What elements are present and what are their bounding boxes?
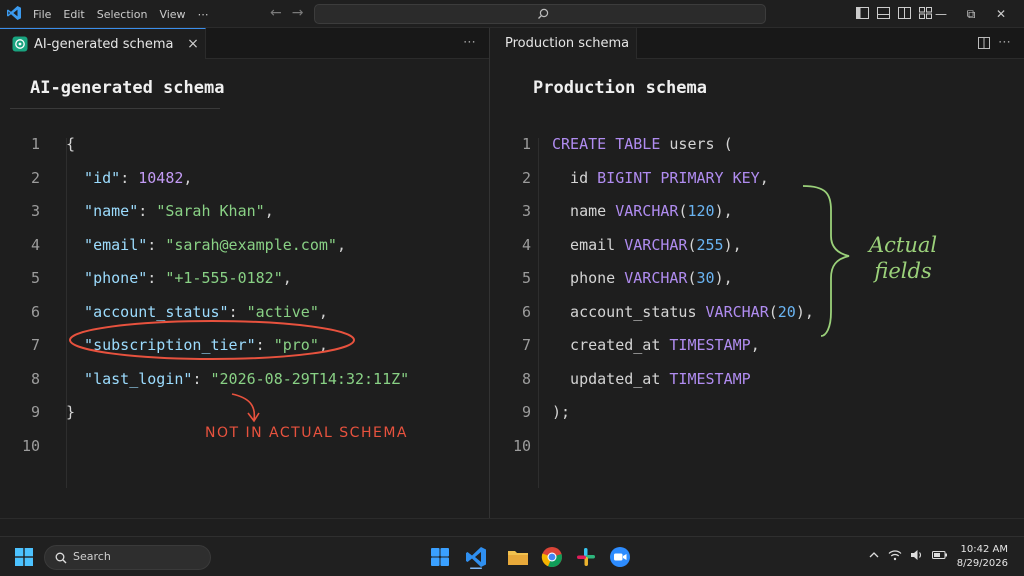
slack-icon[interactable] xyxy=(574,545,598,569)
start-menu-icon[interactable] xyxy=(428,545,452,569)
status-strip xyxy=(0,518,1024,536)
minimize-icon[interactable]: — xyxy=(926,7,956,21)
taskbar-clock[interactable]: 10:42 AM 8/29/2026 xyxy=(957,543,1008,571)
menu-edit[interactable]: Edit xyxy=(63,8,84,21)
highlight-circle xyxy=(69,320,355,360)
vscode-logo-icon[interactable] xyxy=(6,5,22,21)
annotation-brace xyxy=(802,185,850,337)
zoom-icon[interactable] xyxy=(608,545,632,569)
search-icon xyxy=(55,552,67,564)
annotation-arrowhead xyxy=(247,412,260,423)
restore-icon[interactable]: ⧉ xyxy=(956,7,986,22)
search-icon xyxy=(538,8,549,19)
title-bar: File Edit Selection View ⋯ ← → — ⧉ ✕ xyxy=(0,0,1024,28)
menu-bar: File Edit Selection View ⋯ xyxy=(33,0,221,28)
battery-icon[interactable] xyxy=(932,549,948,561)
file-explorer-icon[interactable] xyxy=(506,545,530,569)
menu-selection[interactable]: Selection xyxy=(97,8,148,21)
vscode-taskbar-icon[interactable] xyxy=(464,545,488,569)
chevron-up-icon[interactable] xyxy=(868,549,880,561)
windows-start-icon[interactable] xyxy=(15,548,33,566)
taskbar: Search 10:42 AM 8/29/2026 xyxy=(0,536,1024,576)
toggle-panel-icon[interactable] xyxy=(877,7,890,19)
menu-view[interactable]: View xyxy=(159,8,185,21)
window-controls: — ⧉ ✕ xyxy=(926,0,1016,28)
toggle-secondary-sidebar-icon[interactable] xyxy=(898,7,911,19)
left-editor-pane: AI-generated schema × ⋯ AI-generated sch… xyxy=(0,28,490,518)
annotation-overlay xyxy=(69,320,355,423)
taskbar-search[interactable]: Search xyxy=(44,545,211,570)
toggle-sidebar-icon[interactable] xyxy=(856,7,869,19)
wifi-icon[interactable] xyxy=(888,549,902,561)
close-window-icon[interactable]: ✕ xyxy=(986,7,1016,21)
command-center-search[interactable] xyxy=(314,4,766,24)
menu-file[interactable]: File xyxy=(33,8,51,21)
nav-arrows: ← → xyxy=(270,5,313,21)
right-editor-pane: Production schema ⋯ Production schema 1C… xyxy=(491,28,1024,518)
annotation-not-in-schema: NOT IN ACTUAL SCHEMA xyxy=(205,425,408,441)
clock-date: 8/29/2026 xyxy=(956,558,1008,569)
annotation-actual-fields: Actual fields xyxy=(869,233,938,283)
volume-icon[interactable] xyxy=(910,549,924,561)
annotation-overlay xyxy=(802,185,850,337)
clock-time: 10:42 AM xyxy=(960,544,1008,555)
taskbar-search-label: Search xyxy=(73,550,111,563)
system-tray xyxy=(868,549,956,561)
forward-arrow-icon[interactable]: → xyxy=(292,5,304,21)
back-arrow-icon[interactable]: ← xyxy=(270,5,282,21)
menu-more[interactable]: ⋯ xyxy=(198,8,209,21)
chrome-icon[interactable] xyxy=(540,545,564,569)
